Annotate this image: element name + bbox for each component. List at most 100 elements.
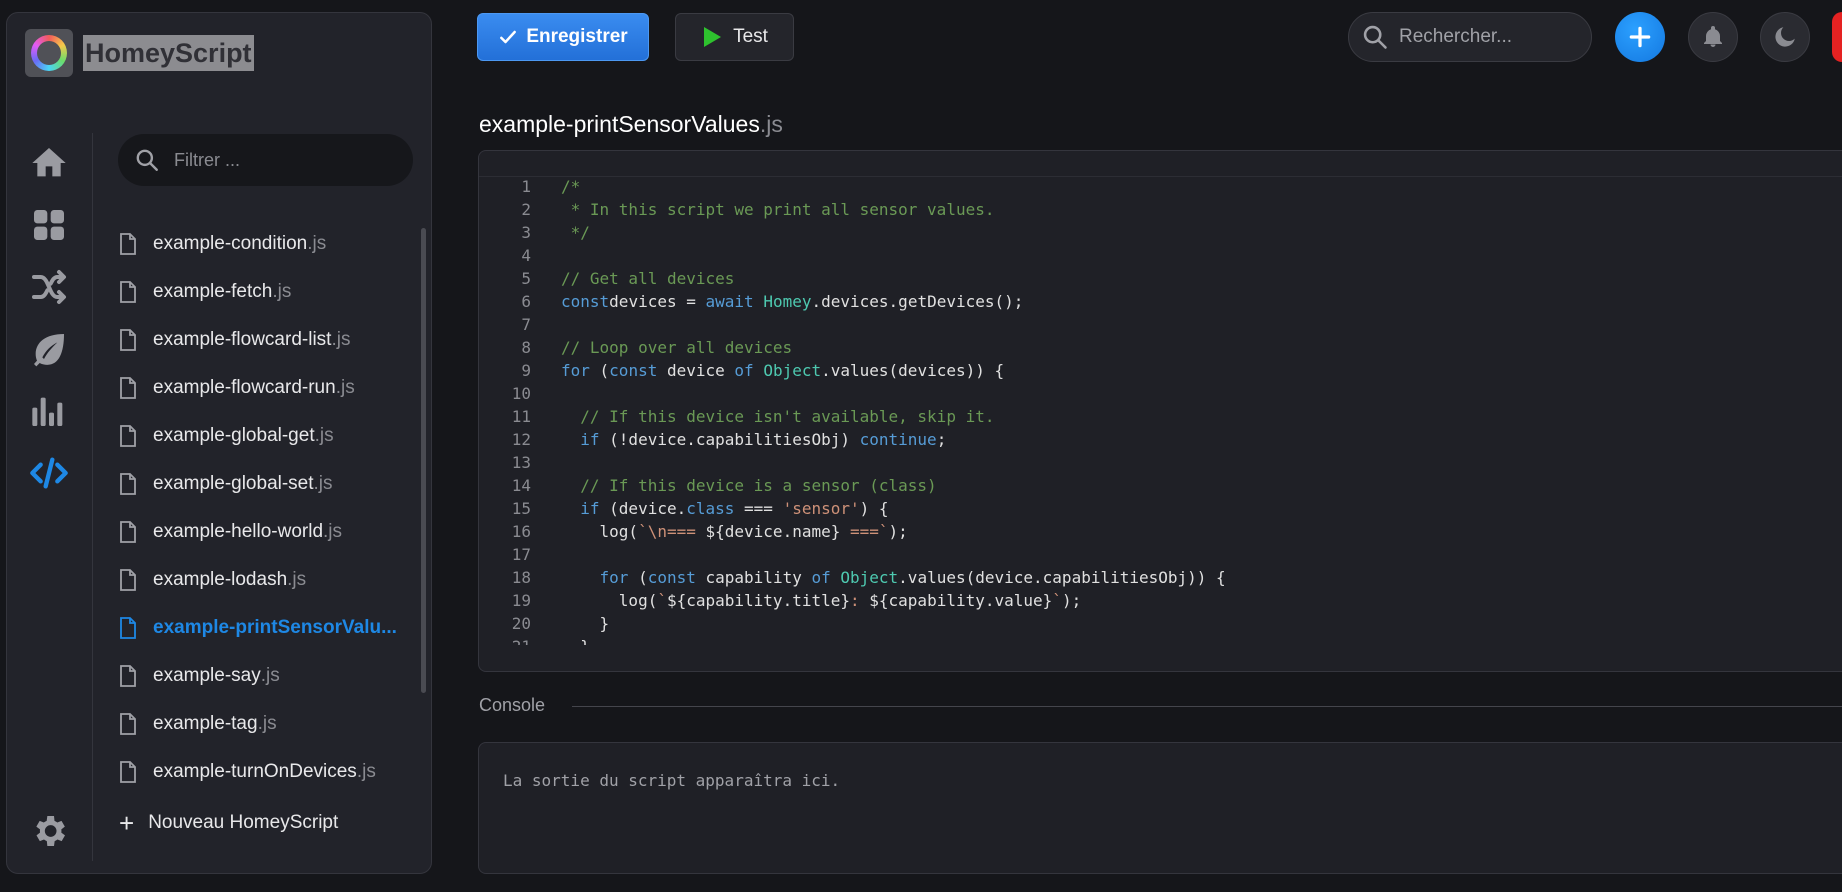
code-token: `	[1052, 591, 1062, 610]
script-list-scrollbar[interactable]	[421, 228, 426, 693]
code-line: 7	[479, 313, 1842, 336]
code-token: of	[734, 361, 754, 380]
code-token: ;	[936, 430, 947, 449]
script-title: example-printSensorValues.js	[479, 111, 783, 138]
code-line: 11 // If this device isn't available, sk…	[479, 405, 1842, 428]
code-token: log(	[561, 522, 639, 541]
script-item[interactable]: example-lodash .js	[119, 556, 409, 604]
file-icon	[120, 329, 136, 351]
script-item[interactable]: example-tag .js	[119, 700, 409, 748]
file-icon	[120, 377, 136, 399]
script-item-ext: .js	[272, 281, 292, 302]
code-line: 1 /*	[479, 175, 1842, 198]
line-number: 17	[511, 545, 531, 564]
bar-chart-icon[interactable]	[27, 389, 71, 433]
code-token: capability	[695, 568, 812, 587]
script-item[interactable]: example-printSensorValu...	[119, 604, 409, 652]
script-item[interactable]: example-hello-world .js	[119, 508, 409, 556]
code-line: 6 constdevices = await Homey.devices.getD…	[479, 290, 1842, 313]
brand: HomeyScript	[25, 29, 254, 77]
script-item-name: example-printSensorValu...	[153, 617, 397, 638]
notifications-button[interactable]	[1688, 12, 1738, 62]
script-item-name: example-flowcard-list	[153, 329, 332, 350]
code-editor[interactable]: 1 /* 2 * In this script we print all senso…	[478, 150, 1842, 672]
script-item[interactable]: example-fetch .js	[119, 268, 409, 316]
line-number: 19	[511, 591, 531, 610]
line-number: 6	[521, 292, 531, 311]
file-icon	[120, 521, 136, 543]
gear-icon[interactable]	[27, 809, 71, 853]
line-text: * In this script we print all sensor val…	[561, 198, 995, 221]
code-token: `	[657, 591, 667, 610]
app-title: HomeyScript	[83, 35, 254, 71]
play-icon	[704, 27, 722, 47]
code-line: 13	[479, 451, 1842, 474]
script-item[interactable]: example-say .js	[119, 652, 409, 700]
code-token: const	[647, 568, 696, 587]
leaf-icon[interactable]	[27, 327, 71, 371]
save-button[interactable]: Enregistrer	[477, 13, 649, 61]
code-token: ===	[734, 499, 783, 518]
code-token: */	[561, 223, 590, 242]
search-icon	[1363, 25, 1387, 49]
console-divider	[572, 706, 1842, 707]
line-number: 8	[521, 338, 531, 357]
script-item-name: example-global-get	[153, 425, 315, 446]
script-item-ext: .js	[313, 473, 333, 494]
code-line: 10	[479, 382, 1842, 405]
script-item[interactable]: example-condition .js	[119, 220, 409, 268]
line-text: /*	[561, 175, 580, 198]
line-number: 21	[479, 635, 531, 645]
code-token: const	[561, 292, 610, 311]
line-number: 4	[521, 246, 531, 265]
file-icon	[120, 617, 136, 639]
script-item[interactable]: example-flowcard-list .js	[119, 316, 409, 364]
code-token: );	[888, 522, 908, 541]
search-box[interactable]	[1348, 12, 1592, 62]
line-text: // If this device is a sensor (class)	[561, 474, 936, 497]
code-line: 12 if (!device.capabilitiesObj) continue…	[479, 428, 1842, 451]
code-token: (	[589, 361, 610, 380]
script-item-name: example-say	[153, 665, 261, 686]
code-icon[interactable]	[27, 451, 71, 495]
test-button[interactable]: Test	[675, 13, 794, 61]
code-token: ${capability.title}	[666, 591, 850, 610]
code-token: ) {	[859, 499, 889, 518]
line-number: 2	[521, 200, 531, 219]
script-list: example-condition .js example-fetch .js exam…	[119, 220, 409, 796]
script-item[interactable]: example-turnOnDevices .js	[119, 748, 409, 796]
script-item[interactable]: example-global-get .js	[119, 412, 409, 460]
file-icon	[120, 713, 136, 735]
script-item[interactable]: example-global-set .js	[119, 460, 409, 508]
script-item-name: example-turnOnDevices	[153, 761, 357, 782]
code-token: .values(devices)) {	[821, 361, 1005, 380]
filter-input[interactable]	[174, 149, 374, 171]
script-item-name: example-lodash	[153, 569, 288, 590]
add-button[interactable]	[1615, 12, 1665, 62]
code-token: /*	[561, 177, 581, 196]
grid-icon[interactable]	[27, 203, 71, 247]
script-item-name: example-global-set	[153, 473, 314, 494]
script-item[interactable]: example-flowcard-run .js	[119, 364, 409, 412]
shuffle-icon[interactable]	[27, 265, 71, 309]
console-label: Console	[479, 695, 546, 715]
code-token: if	[580, 430, 600, 449]
code-token: devices =	[609, 292, 706, 311]
user-avatar[interactable]	[1832, 12, 1842, 62]
filter-box[interactable]	[118, 134, 413, 186]
new-script-button[interactable]: + Nouveau HomeyScript	[119, 808, 338, 838]
home-icon[interactable]	[27, 141, 71, 185]
sidebar: HomeyScript example-condition.jsexample-…	[6, 12, 432, 874]
code-token: const	[609, 361, 658, 380]
code-token: // Loop over all devices	[561, 338, 793, 357]
code-lines[interactable]: 1 /* 2 * In this script we print all senso…	[479, 175, 1842, 645]
code-line: 9 for (const device of Object.values(devi…	[479, 359, 1842, 382]
theme-toggle-button[interactable]	[1760, 12, 1810, 62]
code-token: for	[599, 568, 629, 587]
line-text: }	[561, 612, 610, 635]
search-input[interactable]	[1399, 26, 1579, 48]
script-item-name: example-condition	[153, 233, 308, 254]
console-output: La sortie du script apparaîtra ici.	[478, 742, 1842, 874]
